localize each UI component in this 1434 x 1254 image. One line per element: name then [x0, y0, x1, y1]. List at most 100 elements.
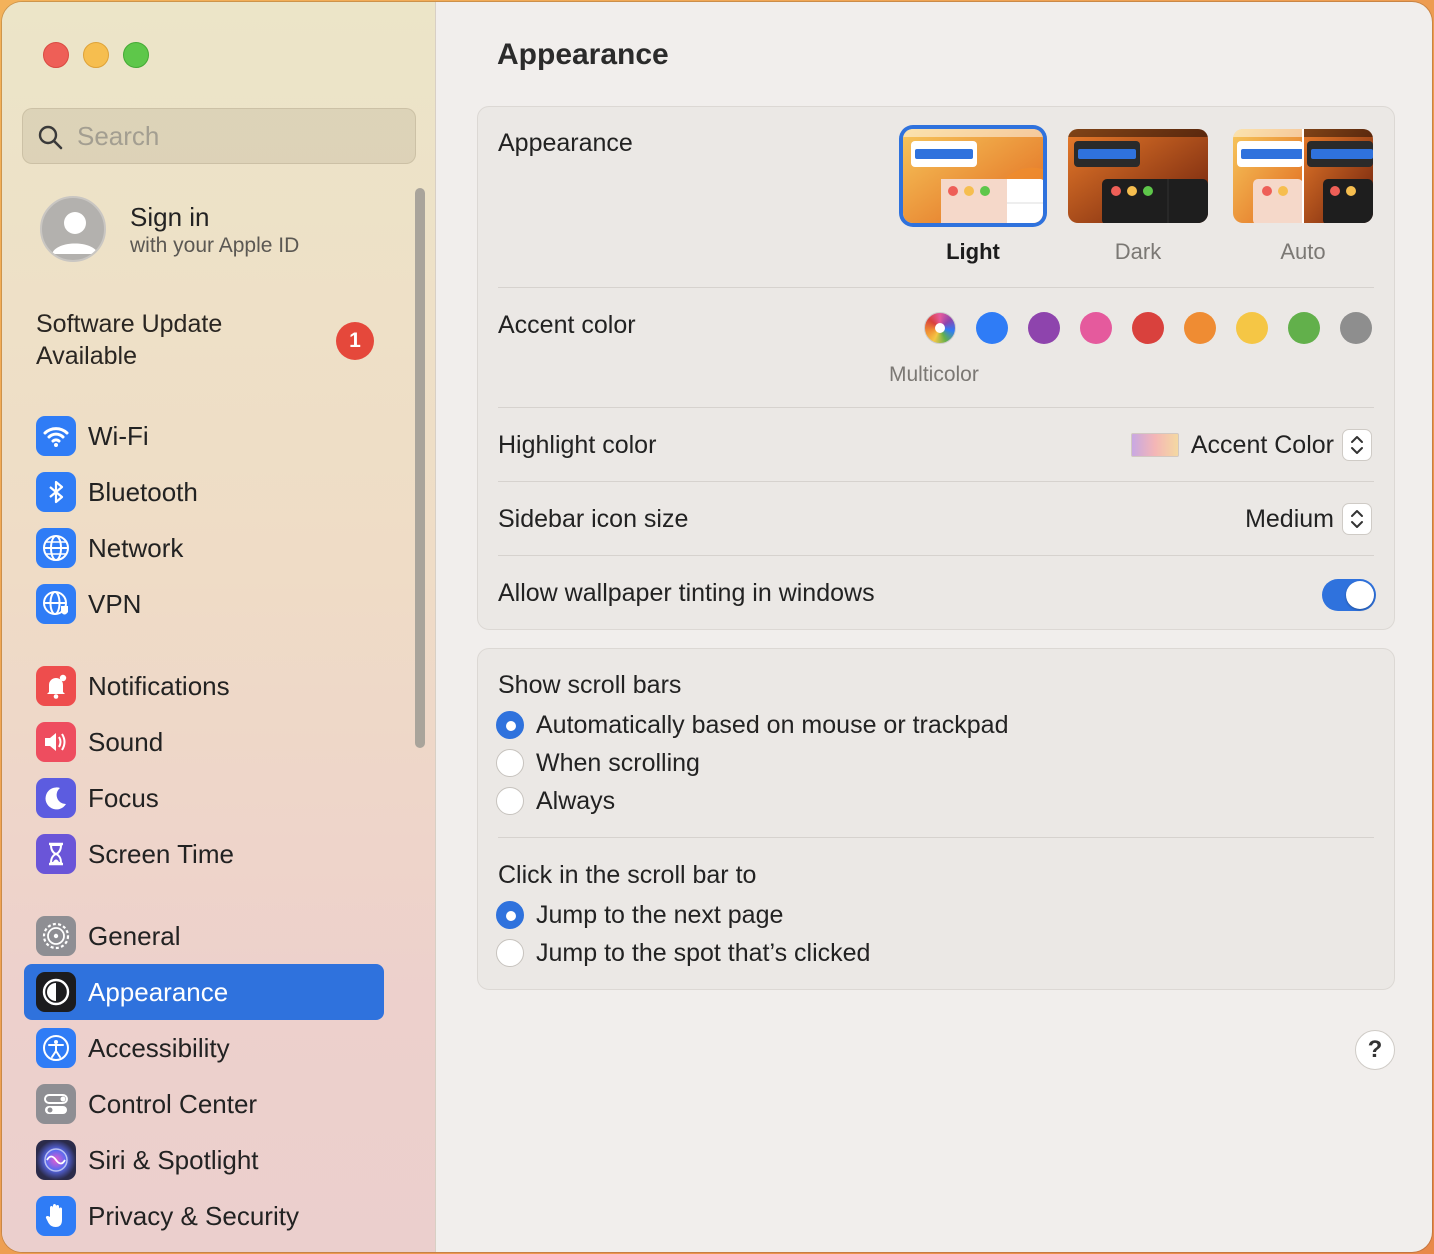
bell-icon: [36, 666, 76, 706]
sidebar-item-label: Privacy & Security: [88, 1201, 299, 1231]
sidebar-item-label: VPN: [88, 589, 142, 619]
divider: [498, 481, 1374, 482]
signin-subtitle: with your Apple ID: [130, 234, 300, 257]
radio-label: Jump to the next page: [536, 900, 784, 929]
sidebar-item-screen-time[interactable]: Screen Time: [24, 826, 384, 882]
search-field[interactable]: [22, 108, 416, 164]
wifi-icon: [36, 416, 76, 456]
radio-button[interactable]: [496, 787, 524, 815]
scrollbar-thumb[interactable]: [415, 188, 425, 748]
divider: [498, 837, 1374, 838]
sidebar-item-network[interactable]: Network: [24, 520, 384, 576]
appearance-settings-card: Appearance Light Dark Auto Accent color …: [477, 106, 1395, 630]
radio-label: When scrolling: [536, 748, 700, 777]
highlight-color-value: Accent Color: [1190, 430, 1334, 459]
moon-icon: [36, 778, 76, 818]
sidebar-icon-size-popup[interactable]: Medium: [1245, 503, 1372, 535]
sidebar-item-label: General: [88, 921, 181, 951]
scroll-auto-option[interactable]: Automatically based on mouse or trackpad: [496, 709, 1008, 741]
scroll-when-scrolling-option[interactable]: When scrolling: [496, 747, 700, 779]
hand-icon: [36, 1196, 76, 1236]
light-theme-preview: [903, 129, 1043, 223]
sidebar-item-label: Control Center: [88, 1089, 258, 1119]
theme-auto-option[interactable]: [1233, 129, 1373, 223]
sidebar-item-vpn[interactable]: VPN: [24, 576, 384, 632]
jump-to-spot-option[interactable]: Jump to the spot that’s clicked: [496, 937, 870, 969]
software-update-item[interactable]: Software Update Available 1: [36, 308, 396, 378]
sidebar: Sign in with your Apple ID Software Upda…: [2, 2, 436, 1252]
sidebar-item-privacy-security[interactable]: Privacy & Security: [24, 1188, 384, 1244]
sidebar-item-label: Notifications: [88, 671, 230, 701]
divider: [498, 555, 1374, 556]
accent-red-swatch[interactable]: [1132, 312, 1164, 344]
sidebar-item-label: Focus: [88, 783, 159, 813]
page-title: Appearance: [497, 38, 669, 71]
bluetooth-icon: [36, 472, 76, 512]
speaker-icon: [36, 722, 76, 762]
highlight-color-label: Highlight color: [498, 431, 657, 459]
sidebar-item-general[interactable]: General: [24, 908, 384, 964]
scroll-settings-card: Show scroll bars Automatically based on …: [477, 648, 1395, 990]
theme-auto-label: Auto: [1280, 239, 1326, 264]
accent-multicolor-swatch[interactable]: [924, 312, 956, 344]
search-input[interactable]: [77, 119, 397, 153]
theme-dark-label: Dark: [1114, 239, 1162, 264]
dark-theme-preview: [1068, 129, 1208, 223]
sidebar-item-accessibility[interactable]: Accessibility: [24, 1020, 384, 1076]
sidebar-item-siri-spotlight[interactable]: Siri & Spotlight: [24, 1132, 384, 1188]
sidebar-item-label: Siri & Spotlight: [88, 1145, 259, 1175]
sidebar-scrollbar[interactable]: [412, 188, 428, 748]
auto-theme-preview: [1233, 129, 1373, 223]
signin-title: Sign in: [130, 202, 210, 232]
chevron-updown-icon: [1342, 429, 1372, 461]
radio-button[interactable]: [496, 901, 524, 929]
icon-size-value: Medium: [1245, 504, 1334, 533]
sidebar-item-bluetooth[interactable]: Bluetooth: [24, 464, 384, 520]
accent-pink-swatch[interactable]: [1080, 312, 1112, 344]
sidebar-item-control-center[interactable]: Control Center: [24, 1076, 384, 1132]
accent-yellow-swatch[interactable]: [1236, 312, 1268, 344]
avatar: [40, 196, 106, 262]
sidebar-item-notifications[interactable]: Notifications: [24, 658, 384, 714]
sidebar-item-label: Appearance: [88, 977, 229, 1007]
click-scroll-bar-label: Click in the scroll bar to: [498, 861, 757, 889]
sidebar-icon-size-label: Sidebar icon size: [498, 505, 689, 533]
radio-button[interactable]: [496, 749, 524, 777]
gear-icon: [36, 916, 76, 956]
sidebar-item-label: Wi-Fi: [88, 421, 149, 451]
zoom-button[interactable]: [123, 42, 149, 68]
sidebar-item-sound[interactable]: Sound: [24, 714, 384, 770]
sidebar-item-focus[interactable]: Focus: [24, 770, 384, 826]
radio-button[interactable]: [496, 939, 524, 967]
control-center-icon: [36, 1084, 76, 1124]
radio-button[interactable]: [496, 711, 524, 739]
theme-dark-option[interactable]: [1068, 129, 1208, 223]
minimize-button[interactable]: [83, 42, 109, 68]
accent-blue-swatch[interactable]: [976, 312, 1008, 344]
accent-orange-swatch[interactable]: [1184, 312, 1216, 344]
search-icon: [38, 125, 63, 150]
radio-label: Always: [536, 786, 616, 815]
update-count-badge: 1: [336, 322, 374, 360]
apple-id-signin[interactable]: Sign in with your Apple ID: [40, 196, 420, 266]
jump-next-page-option[interactable]: Jump to the next page: [496, 899, 783, 931]
accessibility-icon: [36, 1028, 76, 1068]
accent-graphite-swatch[interactable]: [1340, 312, 1372, 344]
wallpaper-tinting-toggle[interactable]: [1322, 579, 1376, 611]
sidebar-item-wifi[interactable]: Wi-Fi: [24, 408, 384, 464]
scroll-always-option[interactable]: Always: [496, 785, 615, 817]
system-settings-window: Sign in with your Apple ID Software Upda…: [2, 2, 1432, 1252]
appearance-icon: [36, 972, 76, 1012]
sidebar-item-label: Network: [88, 533, 184, 563]
theme-light-label: Light: [946, 239, 1000, 264]
theme-light-option[interactable]: [903, 129, 1043, 223]
highlight-color-popup[interactable]: Accent Color: [1130, 429, 1372, 461]
accent-green-swatch[interactable]: [1288, 312, 1320, 344]
sidebar-item-appearance[interactable]: Appearance: [24, 964, 384, 1020]
vpn-globe-icon: [36, 584, 76, 624]
help-button[interactable]: ?: [1355, 1030, 1395, 1070]
chevron-updown-icon: [1342, 503, 1372, 535]
close-button[interactable]: [43, 42, 69, 68]
accent-purple-swatch[interactable]: [1028, 312, 1060, 344]
toggle-knob: [1346, 581, 1374, 609]
